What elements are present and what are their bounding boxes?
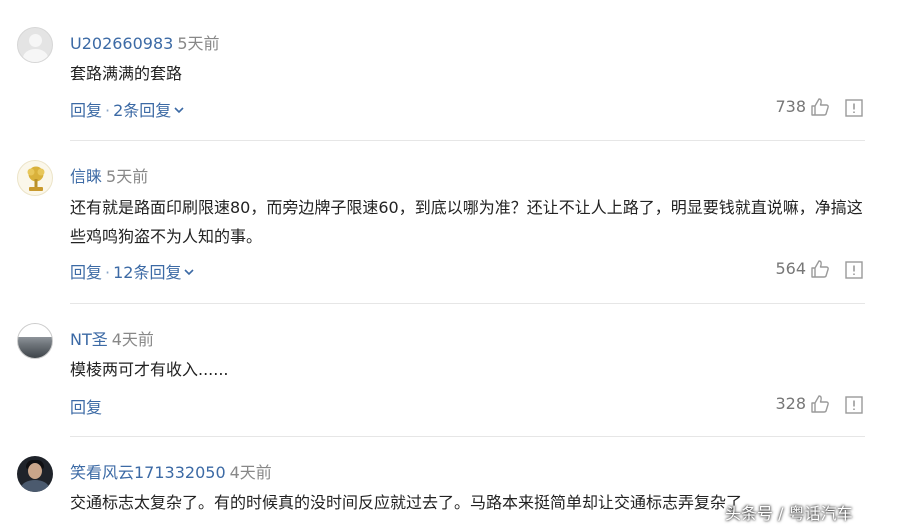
username-link[interactable]: NT圣 <box>70 330 108 349</box>
reply-actions: 回复 <box>70 394 102 418</box>
comment-text: 模棱两可才有收入...... <box>70 360 229 379</box>
reply-button[interactable]: 回复 <box>70 398 102 417</box>
reply-button[interactable]: 回复 <box>70 101 102 120</box>
comment-text: 套路满满的套路 <box>70 64 183 83</box>
like-icon[interactable] <box>810 394 830 414</box>
reply-separator: · <box>105 263 111 282</box>
avatar[interactable] <box>17 27 53 63</box>
reply-actions: 回复 · 2条回复 <box>70 97 184 121</box>
comment-text: 还有就是路面印刷限速80，而旁边牌子限速60，到底以哪为准？还让不让人上路了，明… <box>70 198 863 246</box>
username-link[interactable]: U202660983 <box>70 34 173 53</box>
comment-header: 笑看风云171332050 4天前 <box>70 459 272 483</box>
like-count: 328 <box>775 394 806 413</box>
chevron-down-icon <box>174 106 184 113</box>
reply-separator: · <box>105 101 111 120</box>
avatar[interactable] <box>17 160 53 196</box>
reply-count: 2条回复 <box>113 101 172 120</box>
comment-header: U202660983 5天前 <box>70 30 220 54</box>
reply-count-toggle[interactable]: 2条回复 <box>113 101 184 120</box>
reply-count-toggle[interactable]: 12条回复 <box>113 263 195 282</box>
username-link[interactable]: 信睐 <box>70 167 102 186</box>
comment-time: 4天前 <box>111 330 154 349</box>
reply-button[interactable]: 回复 <box>70 263 102 282</box>
report-icon[interactable] <box>845 396 863 414</box>
comment-time: 5天前 <box>106 167 149 186</box>
comment-header: NT圣 4天前 <box>70 326 154 350</box>
avatar[interactable] <box>17 456 53 492</box>
divider <box>70 140 865 141</box>
comment-header: 信睐 5天前 <box>70 163 148 187</box>
like-icon[interactable] <box>810 259 830 279</box>
avatar[interactable] <box>17 323 53 359</box>
report-icon[interactable] <box>845 261 863 279</box>
comment-time: 5天前 <box>177 34 220 53</box>
money-tree-icon <box>27 166 45 191</box>
watermark: 头条号 / 粤话汽车 <box>725 504 853 523</box>
username-link[interactable]: 笑看风云171332050 <box>70 463 226 482</box>
like-count: 738 <box>775 97 806 116</box>
chevron-down-icon <box>184 268 195 275</box>
divider <box>70 303 865 304</box>
comment-time: 4天前 <box>229 463 272 482</box>
like-count: 564 <box>775 259 806 278</box>
reply-actions: 回复 · 12条回复 <box>70 259 195 283</box>
divider <box>70 436 865 437</box>
report-icon[interactable] <box>845 99 863 117</box>
like-icon[interactable] <box>810 97 830 117</box>
reply-count: 12条回复 <box>113 263 182 282</box>
